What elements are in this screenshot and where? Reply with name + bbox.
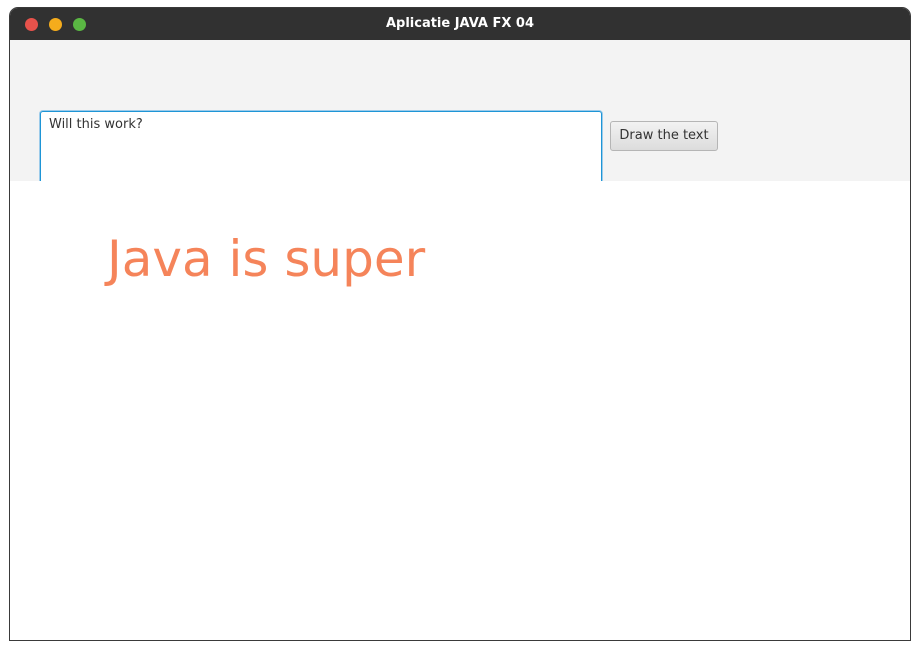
title-bar: Aplicatie JAVA FX 04 [10, 8, 910, 40]
draw-text-button[interactable]: Draw the text [610, 121, 718, 151]
app-window: Aplicatie JAVA FX 04 Will this work? Dra… [9, 7, 911, 641]
drawing-canvas: Java is super [10, 181, 910, 640]
text-input-area[interactable]: Will this work? [40, 111, 602, 187]
input-panel: Will this work? Draw the text [10, 40, 910, 187]
canvas-drawn-text: Java is super [107, 230, 426, 288]
window-title: Aplicatie JAVA FX 04 [385, 16, 535, 31]
